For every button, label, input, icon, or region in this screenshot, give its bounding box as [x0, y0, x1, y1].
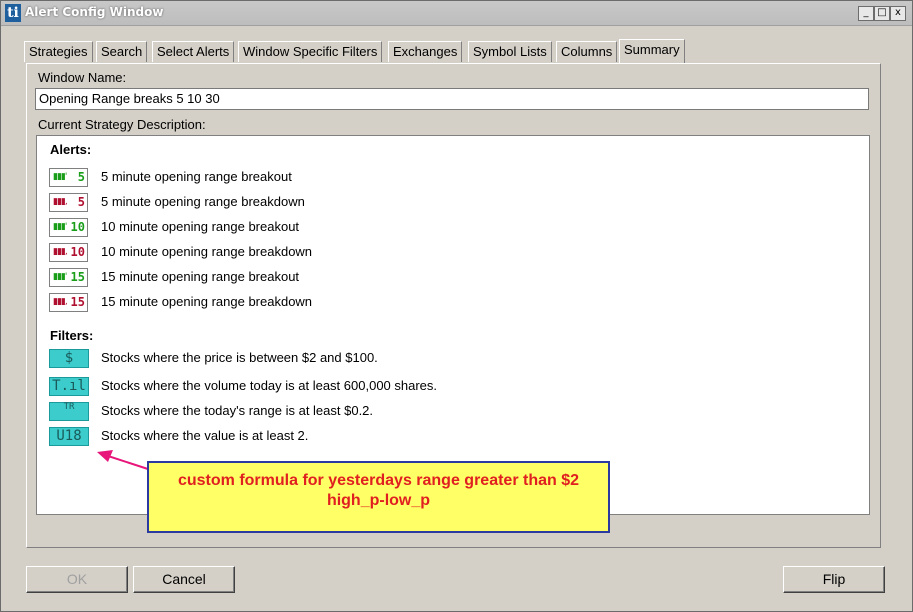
alert-row: ▮▮▮, 5 5 minute opening range breakdown [49, 193, 749, 213]
window-name-input[interactable]: Opening Range breaks 5 10 30 [35, 88, 869, 110]
tab-columns[interactable]: Columns [556, 41, 618, 62]
range-filter-icon: TR [49, 402, 89, 421]
tab-select-alerts[interactable]: Select Alerts [152, 41, 235, 62]
filter-text: Stocks where the today's range is at lea… [101, 403, 374, 418]
alert-row: ▮▮▮, 15 15 minute opening range breakdown [49, 293, 749, 313]
tab-strategies[interactable]: Strategies [24, 41, 93, 62]
filter-row: TR Stocks where the today's range is at … [49, 402, 749, 422]
alert-text: 5 minute opening range breakdown [101, 194, 305, 209]
opening-range-breakout-icon: ▮▮▮' 10 [49, 218, 88, 237]
tab-search[interactable]: Search [96, 41, 148, 62]
close-button[interactable]: x [890, 6, 906, 21]
window-title: Alert Config Window [25, 5, 164, 19]
app-logo-icon: ti [5, 4, 21, 22]
tab-window-specific-filters[interactable]: Window Specific Filters [238, 41, 383, 62]
price-filter-icon: $ [49, 349, 89, 368]
alert-row: ▮▮▮, 10 10 minute opening range breakdown [49, 243, 749, 263]
window-name-label: Window Name: [38, 70, 127, 85]
ok-button[interactable]: OK [26, 566, 128, 593]
strategy-description-box[interactable]: Alerts: ▮▮▮' 5 5 minute opening range bre… [36, 135, 870, 515]
callout-line-2: high_p-low_p [326, 492, 431, 509]
opening-range-breakdown-icon: ▮▮▮, 15 [49, 293, 88, 312]
opening-range-breakout-icon: ▮▮▮' 15 [49, 268, 88, 287]
filter-row: $ Stocks where the price is between $2 a… [49, 349, 749, 369]
flip-button[interactable]: Flip [783, 566, 885, 593]
custom-formula-filter-icon: U18 [49, 427, 89, 446]
volume-filter-icon: T.ıl [49, 377, 89, 396]
callout-line-1: custom formula for yesterdays range grea… [177, 472, 580, 489]
minimize-button[interactable]: _ [858, 6, 874, 21]
alert-config-window: ti Alert Config Window _ □ x Strategies … [0, 0, 913, 612]
alert-text: 10 minute opening range breakout [101, 219, 300, 234]
filter-row: U18 Stocks where the value is at least 2… [49, 427, 749, 447]
tab-symbol-lists[interactable]: Symbol Lists [468, 41, 552, 62]
tab-summary[interactable]: Summary [619, 39, 685, 63]
title-bar[interactable]: ti Alert Config Window _ □ x [1, 1, 912, 26]
filter-row: T.ıl Stocks where the volume today is at… [49, 377, 749, 397]
maximize-button[interactable]: □ [874, 6, 890, 21]
alerts-heading: Alerts: [50, 142, 92, 157]
alert-text: 5 minute opening range breakout [101, 169, 292, 184]
filter-text: Stocks where the price is between $2 and… [101, 350, 378, 365]
alert-text: 15 minute opening range breakout [101, 269, 300, 284]
filters-heading: Filters: [50, 328, 94, 343]
cancel-button[interactable]: Cancel [133, 566, 235, 593]
alert-row: ▮▮▮' 10 10 minute opening range breakout [49, 218, 749, 238]
tab-exchanges[interactable]: Exchanges [388, 41, 463, 62]
filter-text: Stocks where the value is at least 2. [101, 428, 309, 443]
strategy-description-label: Current Strategy Description: [38, 117, 206, 132]
alert-row: ▮▮▮' 15 15 minute opening range breakout [49, 268, 749, 288]
alert-row: ▮▮▮' 5 5 minute opening range breakout [49, 168, 749, 188]
alert-text: 15 minute opening range breakdown [101, 294, 313, 309]
opening-range-breakdown-icon: ▮▮▮, 10 [49, 243, 88, 262]
alert-text: 10 minute opening range breakdown [101, 244, 313, 259]
annotation-callout: custom formula for yesterdays range grea… [147, 461, 610, 533]
filter-text: Stocks where the volume today is at leas… [101, 378, 438, 393]
opening-range-breakout-icon: ▮▮▮' 5 [49, 168, 88, 187]
opening-range-breakdown-icon: ▮▮▮, 5 [49, 193, 88, 212]
